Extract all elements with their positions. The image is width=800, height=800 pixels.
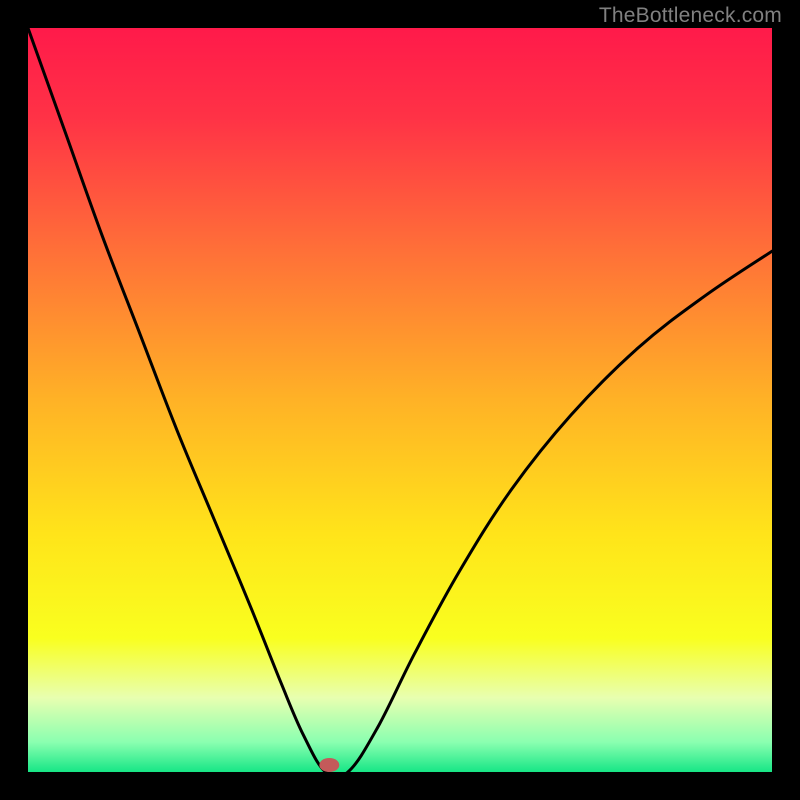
attribution-text: TheBottleneck.com xyxy=(599,4,782,28)
gradient-background xyxy=(28,28,772,772)
chart-svg xyxy=(28,28,772,772)
minimum-marker xyxy=(319,758,339,772)
plot-area xyxy=(28,28,772,772)
chart-frame: TheBottleneck.com xyxy=(0,0,800,800)
